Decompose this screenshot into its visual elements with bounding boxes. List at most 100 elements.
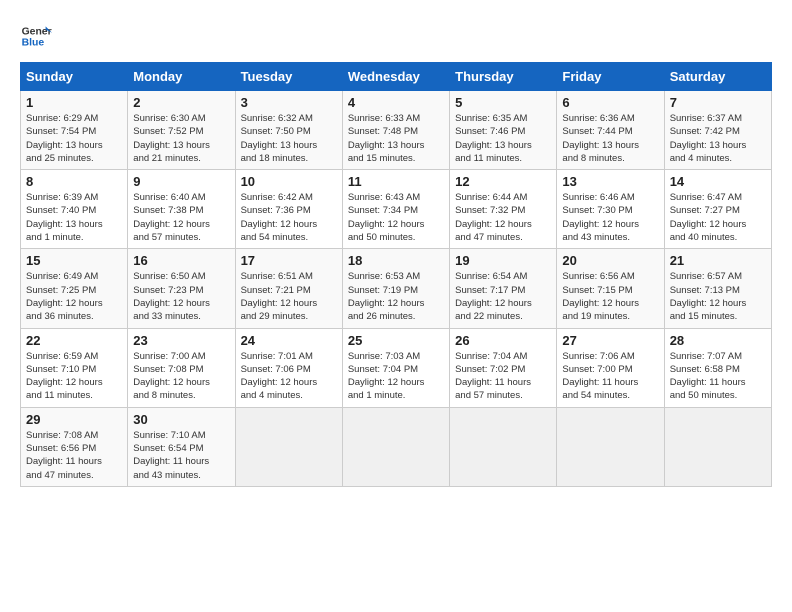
day-number: 10 <box>241 174 337 189</box>
weekday-wednesday: Wednesday <box>342 63 449 91</box>
day-number: 30 <box>133 412 229 427</box>
calendar-cell: 25 Sunrise: 7:03 AMSunset: 7:04 PMDayligh… <box>342 328 449 407</box>
calendar-cell: 21 Sunrise: 6:57 AMSunset: 7:13 PMDayligh… <box>664 249 771 328</box>
logo: General Blue <box>20 20 52 52</box>
day-number: 18 <box>348 253 444 268</box>
day-info: Sunrise: 7:04 AMSunset: 7:02 PMDaylight:… <box>455 350 551 403</box>
day-number: 29 <box>26 412 122 427</box>
day-number: 2 <box>133 95 229 110</box>
day-info: Sunrise: 7:06 AMSunset: 7:00 PMDaylight:… <box>562 350 658 403</box>
day-number: 15 <box>26 253 122 268</box>
day-number: 5 <box>455 95 551 110</box>
calendar-cell: 3Sunrise: 6:32 AMSunset: 7:50 PMDaylight… <box>235 91 342 170</box>
calendar-cell <box>450 407 557 486</box>
day-number: 20 <box>562 253 658 268</box>
calendar-cell: 23Sunrise: 7:00 AMSunset: 7:08 PMDayligh… <box>128 328 235 407</box>
weekday-friday: Friday <box>557 63 664 91</box>
day-info: Sunrise: 6:47 AMSunset: 7:27 PMDaylight:… <box>670 191 766 244</box>
calendar-week-4: 22 Sunrise: 6:59 AMSunset: 7:10 PMDayligh… <box>21 328 772 407</box>
weekday-saturday: Saturday <box>664 63 771 91</box>
day-number: 25 <box>348 333 444 348</box>
day-number: 19 <box>455 253 551 268</box>
day-number: 1 <box>26 95 122 110</box>
day-number: 13 <box>562 174 658 189</box>
day-info: Sunrise: 6:29 AMSunset: 7:54 PMDaylight:… <box>26 112 122 165</box>
day-number: 24 <box>241 333 337 348</box>
calendar-cell: 17 Sunrise: 6:51 AMSunset: 7:21 PMDayligh… <box>235 249 342 328</box>
calendar-cell <box>664 407 771 486</box>
day-number: 21 <box>670 253 766 268</box>
calendar-week-1: 1 Sunrise: 6:29 AMSunset: 7:54 PMDaylight… <box>21 91 772 170</box>
weekday-header-row: SundayMondayTuesdayWednesdayThursdayFrid… <box>21 63 772 91</box>
calendar-cell: 6 Sunrise: 6:36 AMSunset: 7:44 PMDaylight… <box>557 91 664 170</box>
logo-icon: General Blue <box>20 20 52 52</box>
calendar-cell: 4 Sunrise: 6:33 AMSunset: 7:48 PMDaylight… <box>342 91 449 170</box>
calendar-cell: 12 Sunrise: 6:44 AMSunset: 7:32 PMDayligh… <box>450 170 557 249</box>
calendar-cell: 10 Sunrise: 6:42 AMSunset: 7:36 PMDayligh… <box>235 170 342 249</box>
calendar-cell: 26 Sunrise: 7:04 AMSunset: 7:02 PMDayligh… <box>450 328 557 407</box>
day-number: 27 <box>562 333 658 348</box>
calendar-cell: 18 Sunrise: 6:53 AMSunset: 7:19 PMDayligh… <box>342 249 449 328</box>
header: General Blue <box>20 20 772 52</box>
day-number: 11 <box>348 174 444 189</box>
weekday-tuesday: Tuesday <box>235 63 342 91</box>
day-info: Sunrise: 6:33 AMSunset: 7:48 PMDaylight:… <box>348 112 444 165</box>
calendar-cell: 27 Sunrise: 7:06 AMSunset: 7:00 PMDayligh… <box>557 328 664 407</box>
day-info: Sunrise: 6:42 AMSunset: 7:36 PMDaylight:… <box>241 191 337 244</box>
day-number: 22 <box>26 333 122 348</box>
day-info: Sunrise: 7:08 AMSunset: 6:56 PMDaylight:… <box>26 429 122 482</box>
day-number: 9 <box>133 174 229 189</box>
day-number: 12 <box>455 174 551 189</box>
day-info: Sunrise: 7:10 AMSunset: 6:54 PMDaylight:… <box>133 429 229 482</box>
day-info: Sunrise: 7:07 AMSunset: 6:58 PMDaylight:… <box>670 350 766 403</box>
day-info: Sunrise: 6:35 AMSunset: 7:46 PMDaylight:… <box>455 112 551 165</box>
calendar-cell: 30 Sunrise: 7:10 AMSunset: 6:54 PMDayligh… <box>128 407 235 486</box>
day-info: Sunrise: 6:37 AMSunset: 7:42 PMDaylight:… <box>670 112 766 165</box>
calendar-cell: 28Sunrise: 7:07 AMSunset: 6:58 PMDayligh… <box>664 328 771 407</box>
day-info: Sunrise: 6:59 AMSunset: 7:10 PMDaylight:… <box>26 350 122 403</box>
weekday-thursday: Thursday <box>450 63 557 91</box>
day-info: Sunrise: 6:39 AMSunset: 7:40 PMDaylight:… <box>26 191 122 244</box>
calendar-cell: 29 Sunrise: 7:08 AMSunset: 6:56 PMDayligh… <box>21 407 128 486</box>
calendar-table: SundayMondayTuesdayWednesdayThursdayFrid… <box>20 62 772 487</box>
day-number: 4 <box>348 95 444 110</box>
calendar-week-2: 8 Sunrise: 6:39 AMSunset: 7:40 PMDaylight… <box>21 170 772 249</box>
svg-text:Blue: Blue <box>22 38 45 49</box>
day-info: Sunrise: 6:30 AMSunset: 7:52 PMDaylight:… <box>133 112 229 165</box>
calendar-cell: 24Sunrise: 7:01 AMSunset: 7:06 PMDayligh… <box>235 328 342 407</box>
calendar-cell: 9 Sunrise: 6:40 AMSunset: 7:38 PMDaylight… <box>128 170 235 249</box>
day-info: Sunrise: 6:51 AMSunset: 7:21 PMDaylight:… <box>241 270 337 323</box>
day-info: Sunrise: 6:36 AMSunset: 7:44 PMDaylight:… <box>562 112 658 165</box>
calendar-week-3: 15 Sunrise: 6:49 AMSunset: 7:25 PMDayligh… <box>21 249 772 328</box>
day-info: Sunrise: 6:53 AMSunset: 7:19 PMDaylight:… <box>348 270 444 323</box>
day-number: 26 <box>455 333 551 348</box>
day-info: Sunrise: 6:43 AMSunset: 7:34 PMDaylight:… <box>348 191 444 244</box>
day-number: 7 <box>670 95 766 110</box>
calendar-cell <box>342 407 449 486</box>
day-info: Sunrise: 6:57 AMSunset: 7:13 PMDaylight:… <box>670 270 766 323</box>
calendar-cell: 1 Sunrise: 6:29 AMSunset: 7:54 PMDaylight… <box>21 91 128 170</box>
calendar-cell <box>235 407 342 486</box>
day-number: 23 <box>133 333 229 348</box>
calendar-cell: 16 Sunrise: 6:50 AMSunset: 7:23 PMDayligh… <box>128 249 235 328</box>
day-info: Sunrise: 6:50 AMSunset: 7:23 PMDaylight:… <box>133 270 229 323</box>
weekday-sunday: Sunday <box>21 63 128 91</box>
day-number: 8 <box>26 174 122 189</box>
weekday-monday: Monday <box>128 63 235 91</box>
calendar-week-5: 29 Sunrise: 7:08 AMSunset: 6:56 PMDayligh… <box>21 407 772 486</box>
day-number: 17 <box>241 253 337 268</box>
calendar-cell: 22 Sunrise: 6:59 AMSunset: 7:10 PMDayligh… <box>21 328 128 407</box>
svg-text:General: General <box>22 26 52 37</box>
day-info: Sunrise: 7:03 AMSunset: 7:04 PMDaylight:… <box>348 350 444 403</box>
day-info: Sunrise: 6:40 AMSunset: 7:38 PMDaylight:… <box>133 191 229 244</box>
day-number: 16 <box>133 253 229 268</box>
day-info: Sunrise: 6:44 AMSunset: 7:32 PMDaylight:… <box>455 191 551 244</box>
calendar-cell: 11 Sunrise: 6:43 AMSunset: 7:34 PMDayligh… <box>342 170 449 249</box>
day-info: Sunrise: 6:46 AMSunset: 7:30 PMDaylight:… <box>562 191 658 244</box>
day-info: Sunrise: 6:54 AMSunset: 7:17 PMDaylight:… <box>455 270 551 323</box>
day-number: 6 <box>562 95 658 110</box>
calendar-cell: 15 Sunrise: 6:49 AMSunset: 7:25 PMDayligh… <box>21 249 128 328</box>
day-info: Sunrise: 6:49 AMSunset: 7:25 PMDaylight:… <box>26 270 122 323</box>
calendar-cell: 7 Sunrise: 6:37 AMSunset: 7:42 PMDaylight… <box>664 91 771 170</box>
day-info: Sunrise: 6:56 AMSunset: 7:15 PMDaylight:… <box>562 270 658 323</box>
